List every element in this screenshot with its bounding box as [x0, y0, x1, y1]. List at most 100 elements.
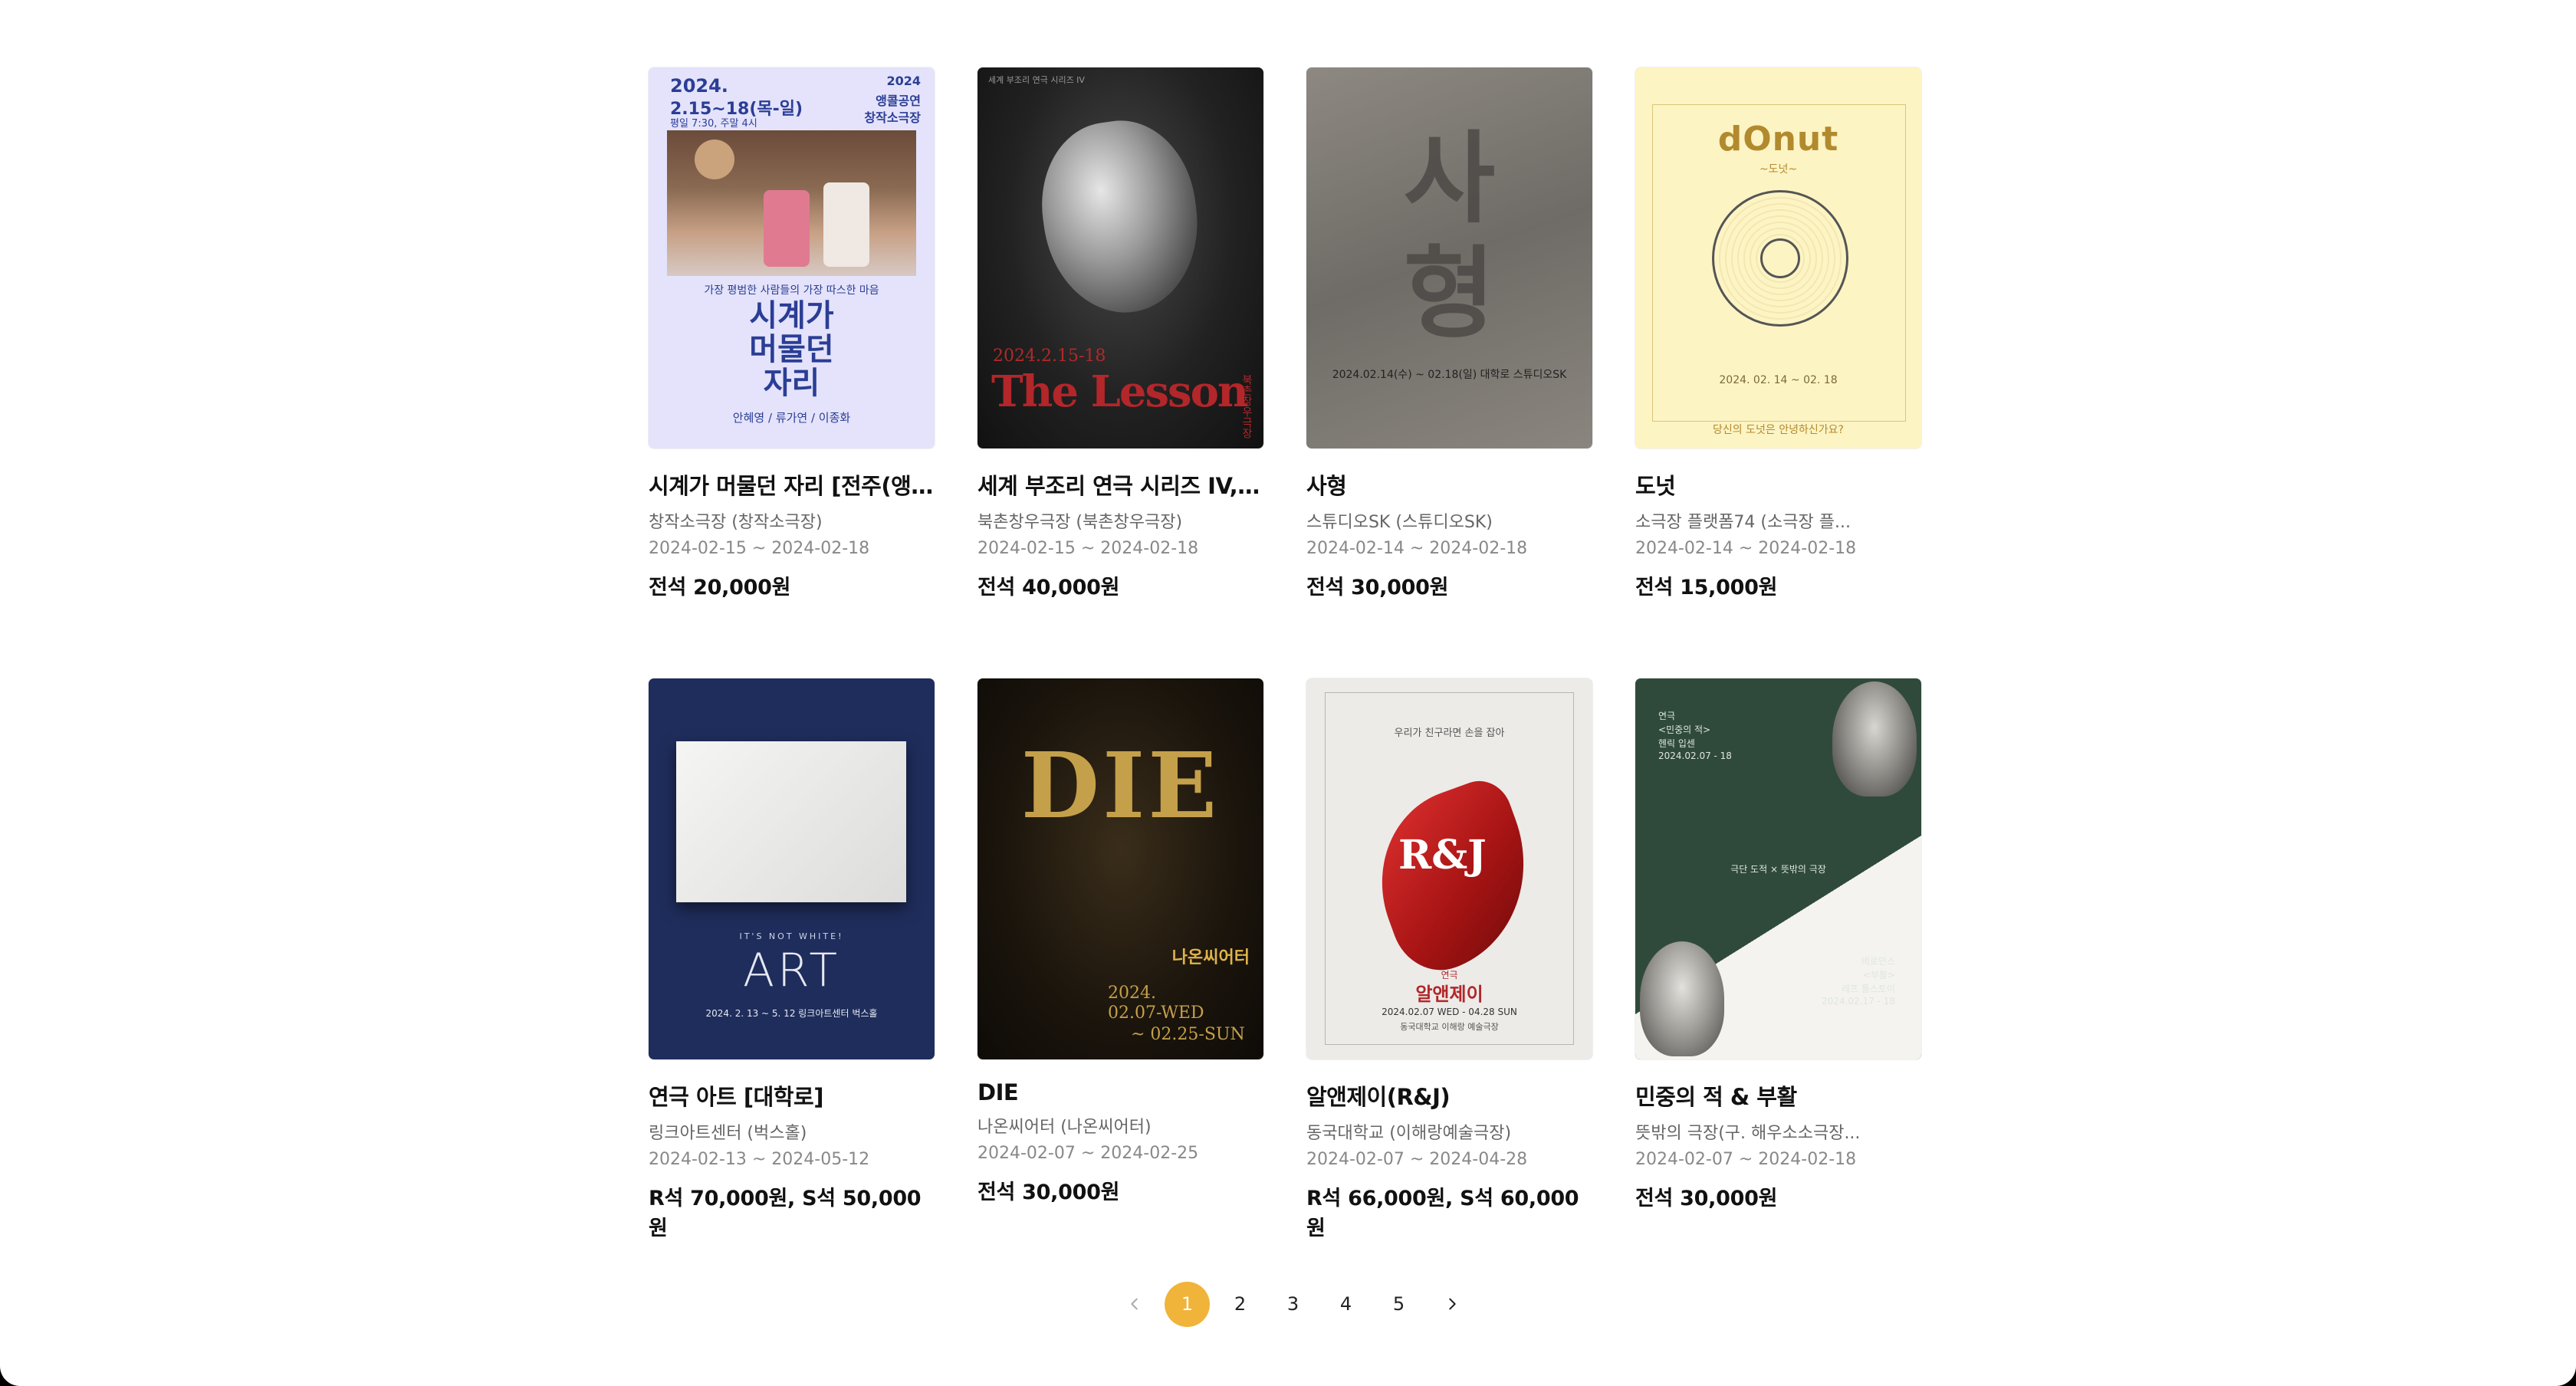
poster-text: 당신의 도넛은 안녕하신가요? [1713, 424, 1844, 436]
poster-text: 연극 [1658, 711, 1676, 721]
poster-text: 2024 [886, 74, 921, 88]
poster-text: 나온씨어터 [1171, 948, 1250, 967]
page-button-4[interactable]: 4 [1323, 1282, 1368, 1327]
poster-text: <민중의 적> [1658, 724, 1711, 735]
show-venue: 스튜디오SK (스튜디오SK) [1306, 513, 1493, 532]
poster-text: 2024. [670, 75, 728, 97]
white-canvas [676, 741, 906, 902]
poster-text: 동국대학교 이해랑 예술극장 [1400, 1022, 1499, 1032]
show-title[interactable]: 알앤제이(R&J) [1306, 1079, 1592, 1112]
poster-text: dOnut [1717, 120, 1839, 159]
poster-text: 2024. 02. 14 ~ 02. 18 [1719, 374, 1838, 386]
show-venue: 뜻밖의 극장(구. 해우소소극장... [1635, 1124, 1861, 1143]
poster-photo-detail [823, 182, 869, 267]
prev-page-button[interactable] [1112, 1282, 1157, 1327]
poster-photo-detail [764, 190, 810, 267]
show-dates: 2024-02-14 ~ 2024-02-18 [1635, 539, 1857, 558]
poster-text: 레프 톨스토이 [1841, 984, 1895, 994]
page-button-1[interactable]: 1 [1165, 1281, 1210, 1327]
show-title[interactable]: DIE [978, 1079, 1263, 1105]
poster-text: 2024. 2. 13 ~ 5. 12 링크아트센터 벅스홀 [705, 1008, 878, 1019]
show-price: R석 66,000원, S석 60,000원 [1306, 1187, 1579, 1240]
show-grid: 2024. 2.15~18(목-일) 평일 7:30, 주말 4시 2024 앵… [649, 67, 1952, 1241]
show-card[interactable]: 사 형 2024.02.14(수) ~ 02.18(일) 대학로 스튜디오SK … [1306, 67, 1592, 600]
show-title[interactable]: 세계 부조리 연극 시리즈 IV, 수업 [978, 468, 1263, 501]
poster-text: 헨릭 입센 [1658, 738, 1695, 749]
show-venue: 북촌창우극장 (북촌창우극장) [978, 513, 1183, 532]
poster-image[interactable]: dOnut ~도넛~ 2024. 02. 14 ~ 02. 18 당신의 도넛은… [1635, 67, 1921, 448]
poster-text: The Lesson [991, 366, 1249, 417]
show-title[interactable]: 시계가 머물던 자리 [전주(앵콜)] [649, 468, 935, 501]
show-venue: 동국대학교 (이해랑예술극장) [1306, 1124, 1512, 1143]
poster-text: 세계 부조리 연극 시리즈 IV [988, 75, 1085, 85]
poster-image[interactable]: 우리가 친구라면 손을 잡아 R&J 연극 알앤제이 2024.02.07 WE… [1306, 678, 1592, 1059]
show-title[interactable]: 사형 [1306, 468, 1592, 501]
poster-text: 2024.02.14(수) ~ 02.18(일) 대학로 스튜디오SK [1332, 369, 1567, 381]
poster-text: 2024. [1108, 984, 1156, 1003]
show-price: 전석 30,000원 [1635, 1187, 1778, 1210]
poster-image[interactable]: DIE 나온씨어터 2024. 02.07-WED ~ 02.25-SUN [978, 678, 1263, 1059]
next-page-button[interactable] [1429, 1282, 1474, 1327]
show-card[interactable]: DIE 나온씨어터 2024. 02.07-WED ~ 02.25-SUN DI… [978, 678, 1263, 1241]
show-dates: 2024-02-13 ~ 2024-05-12 [649, 1150, 870, 1169]
poster-text: 02.07-WED [1108, 1003, 1204, 1023]
poster-text: 2024.02.17 - 18 [1822, 996, 1895, 1007]
portrait-illustration [1832, 682, 1917, 796]
poster-text: 2024.02.07 WED - 04.28 SUN [1382, 1007, 1517, 1017]
show-card[interactable]: 세계 부조리 연극 시리즈 IV 2024.2.15-18 The Lesson… [978, 67, 1263, 600]
page-button-2[interactable]: 2 [1217, 1282, 1263, 1327]
poster-image[interactable]: 세계 부조리 연극 시리즈 IV 2024.2.15-18 The Lesson… [978, 67, 1263, 448]
show-dates: 2024-02-14 ~ 2024-02-18 [1306, 539, 1528, 558]
poster-image[interactable]: 2024. 2.15~18(목-일) 평일 7:30, 주말 4시 2024 앵… [649, 67, 935, 448]
poster-text: 우리가 친구라면 손을 잡아 [1394, 727, 1505, 739]
portrait-illustration [1640, 941, 1724, 1056]
show-title[interactable]: 도넛 [1635, 468, 1921, 501]
poster-text: 2024.2.15-18 [993, 346, 1106, 366]
poster-text: IT'S NOT WHITE! [739, 931, 844, 941]
poster-text: 형 [1403, 235, 1496, 352]
poster-image[interactable]: 연극 <민중의 적> 헨릭 입센 2024.02.07 - 18 극단 도적 ×… [1635, 678, 1921, 1059]
poster-text: 머물던 [749, 332, 834, 367]
poster-text: 앵콜공연 [876, 94, 921, 108]
poster-text: <부활> [1862, 970, 1895, 980]
show-dates: 2024-02-15 ~ 2024-02-18 [649, 539, 870, 558]
poster-text: 평일 7:30, 주말 4시 [670, 118, 757, 130]
poster-text: 북촌창우극장 [1240, 374, 1253, 438]
show-price: R석 70,000원, S석 50,000원 [649, 1187, 922, 1240]
chevron-left-icon [1130, 1298, 1138, 1310]
show-card[interactable]: 우리가 친구라면 손을 잡아 R&J 연극 알앤제이 2024.02.07 WE… [1306, 678, 1592, 1241]
show-venue: 나온씨어터 (나온씨어터) [978, 1118, 1152, 1137]
heart-illustration [1030, 111, 1210, 323]
poster-text: 알앤제이 [1415, 984, 1484, 1005]
show-title[interactable]: 연극 아트 [대학로] [649, 1079, 935, 1112]
donut-hole [1760, 238, 1800, 278]
poster-image[interactable]: 사 형 2024.02.14(수) ~ 02.18(일) 대학로 스튜디오SK [1306, 67, 1592, 448]
show-dates: 2024-02-07 ~ 2024-04-28 [1306, 1150, 1528, 1169]
show-dates: 2024-02-07 ~ 2024-02-25 [978, 1144, 1199, 1163]
show-price: 전석 30,000원 [1306, 576, 1449, 599]
page-button-5[interactable]: 5 [1376, 1282, 1421, 1327]
pagination: 1 2 3 4 5 [1112, 1280, 1474, 1328]
poster-text: R&J [1398, 832, 1487, 879]
show-price: 전석 15,000원 [1635, 576, 1778, 599]
show-card[interactable]: 연극 <민중의 적> 헨릭 입센 2024.02.07 - 18 극단 도적 ×… [1635, 678, 1921, 1241]
poster-text: ~ 02.25-SUN [1131, 1025, 1245, 1044]
show-card[interactable]: dOnut ~도넛~ 2024. 02. 14 ~ 02. 18 당신의 도넛은… [1635, 67, 1921, 600]
poster-text: 극단 도적 × 뜻밖의 극장 [1730, 864, 1826, 875]
poster-text: 2024.02.07 - 18 [1658, 750, 1732, 761]
show-price: 전석 20,000원 [649, 576, 791, 599]
page: 2024. 2.15~18(목-일) 평일 7:30, 주말 4시 2024 앵… [0, 0, 2576, 1386]
show-venue: 소극장 플랫폼74 (소극장 플... [1635, 513, 1851, 532]
poster-image[interactable]: IT'S NOT WHITE! ART 2024. 2. 13 ~ 5. 12 … [649, 678, 935, 1059]
show-card[interactable]: IT'S NOT WHITE! ART 2024. 2. 13 ~ 5. 12 … [649, 678, 935, 1241]
poster-text: 시계가 [749, 298, 834, 333]
page-button-3[interactable]: 3 [1270, 1282, 1316, 1327]
show-venue: 창작소극장 (창작소극장) [649, 513, 823, 532]
poster-text: 자리 [763, 366, 820, 401]
show-dates: 2024-02-07 ~ 2024-02-18 [1635, 1150, 1857, 1169]
show-card[interactable]: 2024. 2.15~18(목-일) 평일 7:30, 주말 4시 2024 앵… [649, 67, 935, 600]
poster-text: ~도넛~ [1759, 163, 1798, 176]
poster-text: 창작소극장 [864, 110, 921, 125]
show-title[interactable]: 민중의 적 & 부활 [1635, 1079, 1921, 1112]
show-dates: 2024-02-15 ~ 2024-02-18 [978, 539, 1199, 558]
